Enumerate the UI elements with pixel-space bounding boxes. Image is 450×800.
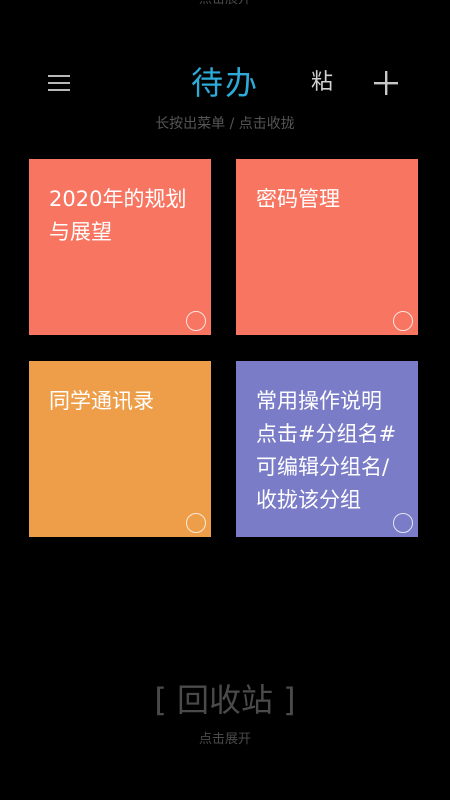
note-card[interactable]: 2020年的规划与展望 [29,159,211,335]
note-card-title: 同学通讯录 [49,389,154,413]
hamburger-menu-icon[interactable] [46,72,74,94]
checkbox-circle-icon[interactable] [186,513,206,533]
plus-icon[interactable] [371,68,401,98]
header: 待办 粘 [0,58,450,108]
note-card-title: 常用操作说明点击#分组名#可编辑分组名/收拢该分组 [256,389,397,512]
checkbox-circle-icon[interactable] [393,513,413,533]
checkbox-circle-icon[interactable] [186,311,206,331]
usage-hint: 长按出菜单 / 点击收拢 [155,116,295,132]
recycle-bin-button[interactable]: [ 回收站 ] [0,678,450,722]
checkbox-circle-icon[interactable] [393,311,413,331]
recycle-expand-hint[interactable]: 点击展开 [0,730,450,750]
note-card-title: 密码管理 [256,187,340,211]
paste-button[interactable]: 粘 [305,68,339,98]
note-card-title: 2020年的规划与展望 [49,187,187,244]
top-expand-hint[interactable]: 点击展开 [0,0,450,10]
note-card[interactable]: 同学通讯录 [29,361,211,537]
page-title[interactable]: 待办 [150,60,300,106]
note-card[interactable]: 密码管理 [236,159,418,335]
note-card[interactable]: 常用操作说明点击#分组名#可编辑分组名/收拢该分组 [236,361,418,537]
